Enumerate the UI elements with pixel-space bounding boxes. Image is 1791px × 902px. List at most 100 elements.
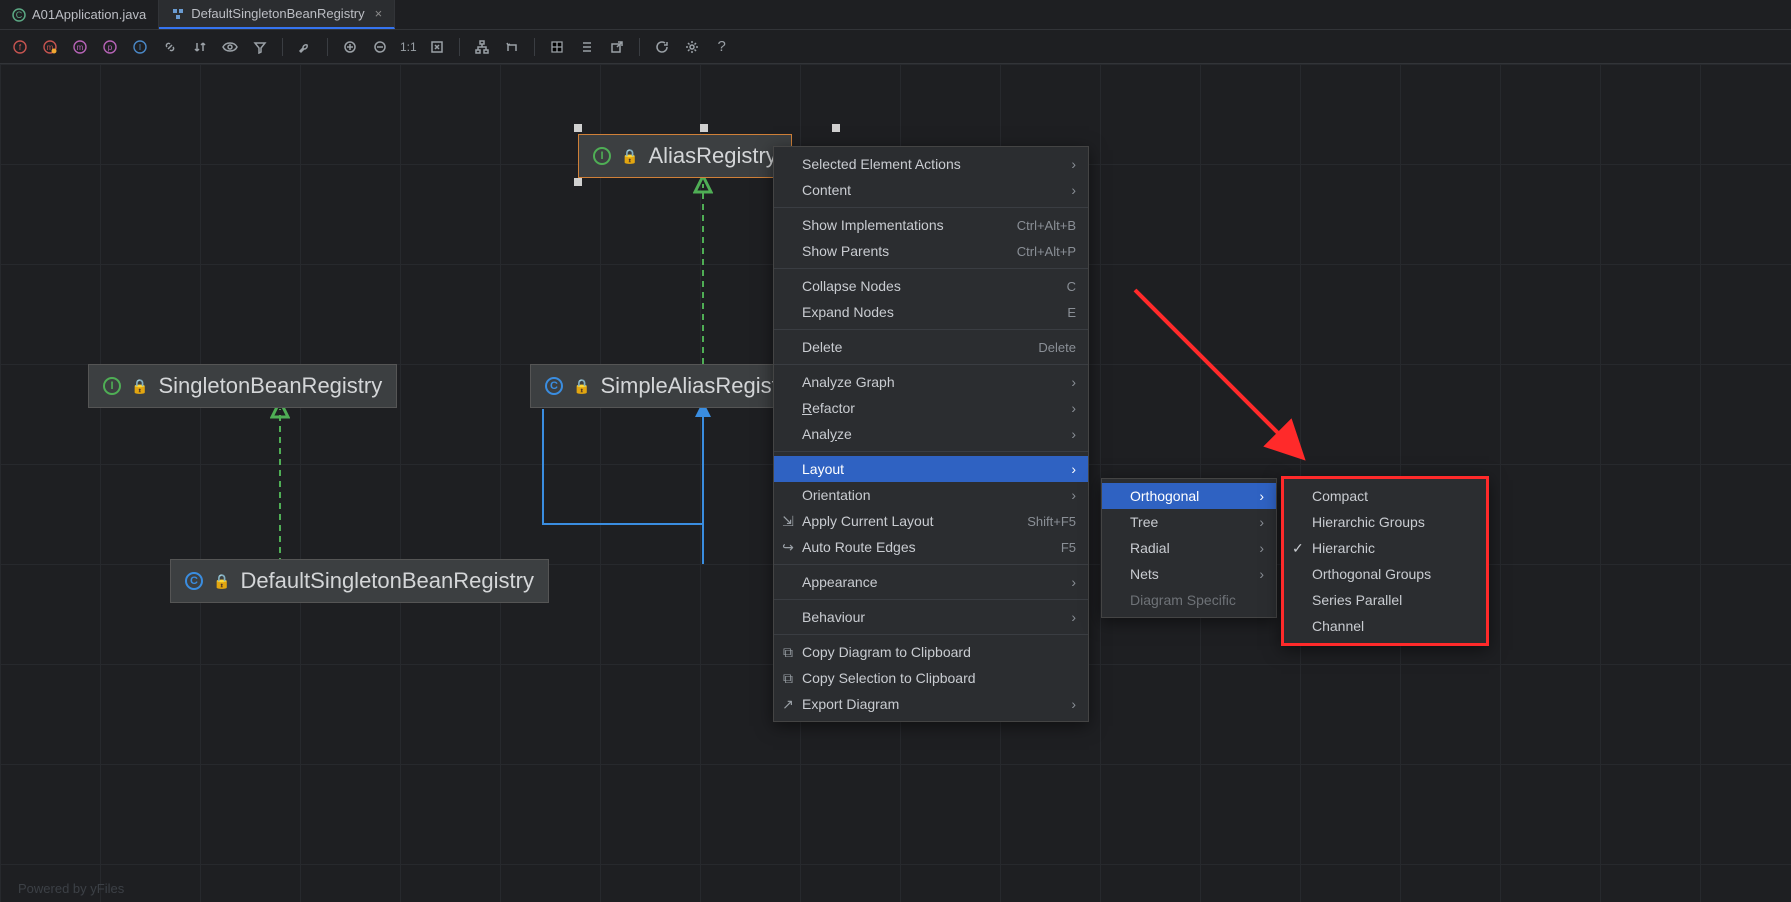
menu-item-orthogonal[interactable]: Orthogonal › <box>1102 483 1276 509</box>
menu-item-content[interactable]: Content› <box>774 177 1088 203</box>
resize-handle[interactable] <box>700 124 708 132</box>
layout-tree-icon[interactable] <box>472 37 492 57</box>
apply-icon: ⇲ <box>780 513 796 530</box>
menu-item-appearance[interactable]: Appearance› <box>774 569 1088 595</box>
menu-item-export-diagram[interactable]: ↗Export Diagram› <box>774 691 1088 717</box>
chevron-right-icon: › <box>1259 488 1264 504</box>
menu-item-label: Refactor <box>802 400 855 416</box>
menu-item-analyze[interactable]: Analyze› <box>774 421 1088 447</box>
close-icon[interactable]: × <box>375 6 383 21</box>
zoom-actual-button[interactable]: 1:1 <box>400 37 417 57</box>
filter-inner-icon[interactable]: I <box>130 37 150 57</box>
menu-item-layout[interactable]: Layout› <box>774 456 1088 482</box>
node-label: SimpleAliasRegistry <box>600 373 796 399</box>
menu-item-label: Behaviour <box>802 609 865 625</box>
export-icon[interactable] <box>607 37 627 57</box>
svg-text:I: I <box>139 43 141 52</box>
menu-item-refactor[interactable]: Refactor› <box>774 395 1088 421</box>
tab-defaultsingleton[interactable]: DefaultSingletonBeanRegistry × <box>159 0 395 29</box>
node-singletonbeanregistry[interactable]: I 🔒 SingletonBeanRegistry <box>88 364 397 408</box>
menu-item-show-parents[interactable]: Show ParentsCtrl+Alt+P <box>774 238 1088 264</box>
class-icon: C <box>545 377 563 395</box>
menu-item-show-implementations[interactable]: Show Implementations Ctrl+Alt+B <box>774 212 1088 238</box>
refresh-icon[interactable] <box>652 37 672 57</box>
eye-icon[interactable] <box>220 37 240 57</box>
menu-item-apply-current-layout[interactable]: ⇲Apply Current LayoutShift+F5 <box>774 508 1088 534</box>
menu-item-hierarchic-groups[interactable]: Hierarchic Groups <box>1284 509 1486 535</box>
filter-methods2-icon[interactable]: m <box>70 37 90 57</box>
zoom-in-icon[interactable] <box>340 37 360 57</box>
menu-item-tree[interactable]: Tree› <box>1102 509 1276 535</box>
menu-item-radial[interactable]: Radial› <box>1102 535 1276 561</box>
menu-item-channel[interactable]: Channel <box>1284 613 1486 639</box>
menu-item-orthogonal-groups[interactable]: Orthogonal Groups <box>1284 561 1486 587</box>
node-simplealiasregistry[interactable]: C 🔒 SimpleAliasRegistry <box>530 364 811 408</box>
menu-item-label: Copy Diagram to Clipboard <box>802 644 971 660</box>
node-aliasregistry[interactable]: I 🔒 AliasRegistry <box>578 134 792 178</box>
menu-item-orientation[interactable]: Orientation› <box>774 482 1088 508</box>
menu-item-label: Analyze <box>802 426 852 442</box>
chevron-right-icon: › <box>1259 514 1264 530</box>
menu-item-auto-route-edges[interactable]: ↪Auto Route EdgesF5 <box>774 534 1088 560</box>
menu-item-label: Auto Route Edges <box>802 539 916 555</box>
menu-item-collapse-nodes[interactable]: Collapse NodesC <box>774 273 1088 299</box>
fit-icon[interactable] <box>427 37 447 57</box>
menu-item-behaviour[interactable]: Behaviour› <box>774 604 1088 630</box>
tab-bar: C A01Application.java DefaultSingletonBe… <box>0 0 1791 30</box>
tab-label: A01Application.java <box>32 7 146 22</box>
separator <box>534 38 535 56</box>
menu-item-hierarchic[interactable]: ✓Hierarchic <box>1284 535 1486 561</box>
link-icon[interactable] <box>160 37 180 57</box>
svg-text:p: p <box>108 43 113 52</box>
lock-icon: 🔒 <box>573 378 590 395</box>
separator <box>774 564 1088 565</box>
resize-handle[interactable] <box>832 124 840 132</box>
context-submenu-layout: Orthogonal›Tree›Radial›Nets›Diagram Spec… <box>1101 478 1277 618</box>
shortcut-label: Shift+F5 <box>1027 514 1076 529</box>
menu-item-copy-selection-to-clipboard[interactable]: ⧉Copy Selection to Clipboard <box>774 665 1088 691</box>
separator <box>774 451 1088 452</box>
menu-item-label: Orthogonal <box>1130 488 1199 504</box>
gear-icon[interactable] <box>682 37 702 57</box>
filter-properties-icon[interactable]: p <box>100 37 120 57</box>
sort-icon[interactable] <box>190 37 210 57</box>
copysel-icon: ⧉ <box>780 670 796 687</box>
menu-item-analyze-graph[interactable]: Analyze Graph› <box>774 369 1088 395</box>
menu-item-delete[interactable]: DeleteDelete <box>774 334 1088 360</box>
funnel-icon[interactable] <box>250 37 270 57</box>
menu-item-compact[interactable]: Compact <box>1284 483 1486 509</box>
filter-methods-icon[interactable]: m <box>40 37 60 57</box>
list-icon[interactable] <box>577 37 597 57</box>
menu-item-label: Appearance <box>802 574 878 590</box>
svg-text:m: m <box>77 43 84 52</box>
shortcut-label: Delete <box>1038 340 1076 355</box>
chevron-right-icon: › <box>1071 696 1076 712</box>
context-submenu-orthogonal: CompactHierarchic Groups✓Hierarchic Ortho… <box>1281 476 1489 646</box>
node-defaultsingletonbeanregistry[interactable]: C 🔒 DefaultSingletonBeanRegistry <box>170 559 549 603</box>
menu-item-label: Orthogonal Groups <box>1312 566 1431 582</box>
shortcut-label: Ctrl+Alt+B <box>1017 218 1076 233</box>
route-icon[interactable] <box>502 37 522 57</box>
grid-icon[interactable] <box>547 37 567 57</box>
help-icon[interactable]: ? <box>712 37 732 57</box>
interface-icon: I <box>593 147 611 165</box>
zoom-out-icon[interactable] <box>370 37 390 57</box>
resize-handle[interactable] <box>574 178 582 186</box>
menu-item-series-parallel[interactable]: Series Parallel <box>1284 587 1486 613</box>
menu-item-selected-element-actions[interactable]: Selected Element Actions› <box>774 151 1088 177</box>
separator <box>639 38 640 56</box>
copy-icon: ⧉ <box>780 644 796 661</box>
tab-a01application[interactable]: C A01Application.java <box>0 0 159 29</box>
resize-handle[interactable] <box>574 124 582 132</box>
menu-item-expand-nodes[interactable]: Expand NodesE <box>774 299 1088 325</box>
wrench-icon[interactable] <box>295 37 315 57</box>
menu-item-nets[interactable]: Nets› <box>1102 561 1276 587</box>
class-icon: C <box>12 8 26 22</box>
chevron-right-icon: › <box>1071 182 1076 198</box>
menu-item-copy-diagram-to-clipboard[interactable]: ⧉ Copy Diagram to Clipboard <box>774 639 1088 665</box>
filter-fields-icon[interactable]: f <box>10 37 30 57</box>
menu-item-label: Channel <box>1312 618 1364 634</box>
route-icon: ↪ <box>780 539 796 556</box>
lock-icon: 🔒 <box>131 378 148 395</box>
menu-item-label: Show Implementations <box>802 217 944 233</box>
